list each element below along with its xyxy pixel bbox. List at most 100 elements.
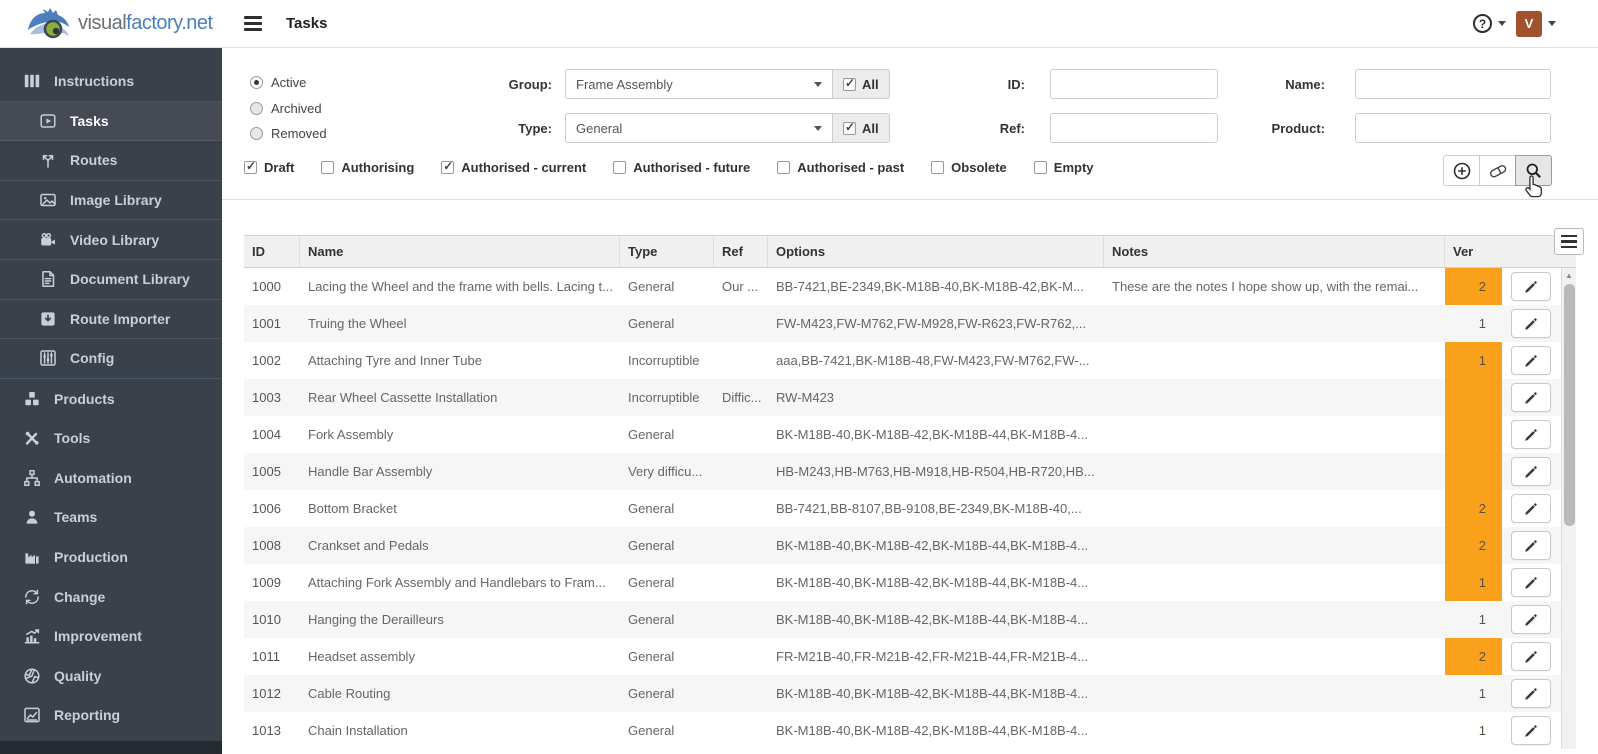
task-row[interactable]: 1001 Truing the Wheel General FW-M423,FW-M7… xyxy=(244,305,1576,342)
menu-toggle-icon[interactable] xyxy=(244,13,270,35)
radio-active[interactable]: Active xyxy=(250,70,327,96)
cell-name: Headset assembly xyxy=(308,649,415,664)
column-header-id[interactable]: ID xyxy=(244,236,300,267)
column-header-name[interactable]: Name xyxy=(300,236,620,267)
task-row[interactable]: 1002 Attaching Tyre and Inner Tube Incorru… xyxy=(244,342,1576,379)
user-menu[interactable]: V xyxy=(1516,10,1556,37)
edit-task-button[interactable] xyxy=(1511,642,1551,671)
task-row[interactable]: 1004 Fork Assembly General BK-M18B-40,BK-M1… xyxy=(244,416,1576,453)
help-menu[interactable]: ? xyxy=(1473,14,1506,33)
edit-task-button[interactable] xyxy=(1511,383,1551,412)
table-scrollbar[interactable]: ▲ xyxy=(1561,268,1576,749)
product-input[interactable] xyxy=(1355,113,1551,143)
checkbox-draft[interactable]: Draft xyxy=(244,159,294,175)
cell-version: 2 xyxy=(1445,268,1502,305)
visualfactory-logo[interactable]: visualfactory.net xyxy=(0,7,222,40)
sidebar-item-reporting[interactable]: Reporting xyxy=(0,696,222,736)
sidebar-item-production[interactable]: Production xyxy=(0,537,222,577)
sidebar-item-route-importer[interactable]: Route Importer xyxy=(0,300,222,340)
task-row[interactable]: 1000 Lacing the Wheel and the frame with … xyxy=(244,268,1576,305)
scroll-up-arrow[interactable]: ▲ xyxy=(1562,268,1576,283)
checkbox-empty[interactable]: Empty xyxy=(1033,160,1094,175)
sidebar-item-automation[interactable]: Automation xyxy=(0,458,222,498)
edit-task-button[interactable] xyxy=(1511,309,1551,338)
edit-task-button[interactable] xyxy=(1511,494,1551,523)
automation-icon xyxy=(22,468,42,488)
cell-version: 1 xyxy=(1478,612,1486,627)
id-input[interactable] xyxy=(1050,69,1218,99)
sidebar-item-config[interactable]: Config xyxy=(0,339,222,379)
sidebar-item-change[interactable]: Change xyxy=(0,577,222,617)
edit-task-button[interactable] xyxy=(1511,679,1551,708)
task-row[interactable]: 1009 Attaching Fork Assembly and Handleba… xyxy=(244,564,1576,601)
sidebar-item-teams[interactable]: Teams xyxy=(0,498,222,538)
radio-archived[interactable]: Archived xyxy=(250,96,327,122)
cell-actions xyxy=(1502,416,1560,453)
cell-name: Rear Wheel Cassette Installation xyxy=(308,390,498,405)
task-row[interactable]: 1006 Bottom Bracket General BB-7421,BB-8107… xyxy=(244,490,1576,527)
radio-icon xyxy=(250,101,263,115)
column-header-ref[interactable]: Ref xyxy=(714,236,768,267)
checkbox-obsolete[interactable]: Obsolete xyxy=(931,160,1007,175)
task-row[interactable]: 1011 Headset assembly General FR-M21B-40,FR… xyxy=(244,638,1576,675)
sidebar-item-tasks[interactable]: Tasks xyxy=(0,101,222,142)
type-all-checkbox[interactable]: All xyxy=(833,113,890,143)
sidebar-item-video-library[interactable]: Video Library xyxy=(0,220,222,260)
edit-task-button[interactable] xyxy=(1511,568,1551,597)
sidebar: Instructions Tasks Routes Image Library Vide… xyxy=(0,48,222,754)
column-menu-button[interactable] xyxy=(1554,228,1584,255)
sidebar-item-label: Tasks xyxy=(70,112,109,129)
add-task-button[interactable] xyxy=(1443,155,1480,186)
name-input[interactable] xyxy=(1355,69,1551,99)
edit-task-button[interactable] xyxy=(1511,420,1551,449)
sidebar-item-tools[interactable]: Tools xyxy=(0,418,222,458)
type-select[interactable]: General xyxy=(565,113,833,143)
column-header-options[interactable]: Options xyxy=(768,236,1104,267)
scrollbar-thumb[interactable] xyxy=(1564,284,1575,526)
sidebar-item-image-library[interactable]: Image Library xyxy=(0,181,222,221)
radio-removed[interactable]: Removed xyxy=(250,121,327,147)
sidebar-item-improvement[interactable]: Improvement xyxy=(0,616,222,656)
task-row[interactable]: 1008 Crankset and Pedals General BK-M18B-40… xyxy=(244,527,1576,564)
task-row[interactable]: 1003 Rear Wheel Cassette Installation Inco… xyxy=(244,379,1576,416)
checkbox-authorised-future[interactable]: Authorised - future xyxy=(613,160,750,175)
cell-id: 1010 xyxy=(252,612,281,627)
edit-task-button[interactable] xyxy=(1511,272,1551,301)
ref-input[interactable] xyxy=(1050,113,1218,143)
sidebar-item-label: Improvement xyxy=(54,628,142,645)
improvement-icon xyxy=(22,626,42,646)
edit-task-button[interactable] xyxy=(1511,605,1551,634)
search-button[interactable] xyxy=(1515,155,1552,186)
column-header-type[interactable]: Type xyxy=(620,236,714,267)
pencil-icon xyxy=(1525,354,1537,367)
cell-id: 1003 xyxy=(252,390,281,405)
checkbox-authorised-past[interactable]: Authorised - past xyxy=(777,160,904,175)
sidebar-item-instructions[interactable]: Instructions xyxy=(0,62,222,102)
column-header-ver[interactable]: Ver xyxy=(1445,236,1502,267)
sidebar-item-label: Config xyxy=(70,350,115,367)
group-all-checkbox[interactable]: All xyxy=(833,69,890,99)
group-select[interactable]: Frame Assembly xyxy=(565,69,833,99)
sidebar-item-quality[interactable]: Quality xyxy=(0,656,222,696)
sidebar-item-products[interactable]: Products xyxy=(0,379,222,419)
task-row[interactable]: 1012 Cable Routing General BK-M18B-40,BK-M1… xyxy=(244,675,1576,712)
checkbox-label: Authorised - future xyxy=(633,160,751,175)
checkbox-label: Empty xyxy=(1053,160,1094,175)
task-row[interactable]: 1010 Hanging the Derailleurs General BK-M18… xyxy=(244,601,1576,638)
edit-task-button[interactable] xyxy=(1511,531,1551,560)
sidebar-item-document-library[interactable]: Document Library xyxy=(0,260,222,300)
sidebar-item-label: Image Library xyxy=(70,192,162,209)
edit-task-button[interactable] xyxy=(1511,716,1551,745)
sidebar-item-label: Products xyxy=(54,390,115,407)
task-row[interactable]: 1005 Handle Bar Assembly Very difficu... HB… xyxy=(244,453,1576,490)
edit-task-button[interactable] xyxy=(1511,457,1551,486)
clear-filters-button[interactable] xyxy=(1479,155,1516,186)
checkbox-authorised-current[interactable]: Authorised - current xyxy=(441,159,586,175)
column-header-notes[interactable]: Notes xyxy=(1104,236,1445,267)
sidebar-item-routes[interactable]: Routes xyxy=(0,141,222,181)
state-checkbox-row: Draft Authorising Authorised - current Auth… xyxy=(244,159,1094,175)
task-row[interactable]: 1013 Chain Installation General BK-M18B-40,… xyxy=(244,712,1576,749)
checkbox-authorising[interactable]: Authorising xyxy=(321,160,414,175)
cell-notes xyxy=(1104,712,1445,749)
edit-task-button[interactable] xyxy=(1511,346,1551,375)
